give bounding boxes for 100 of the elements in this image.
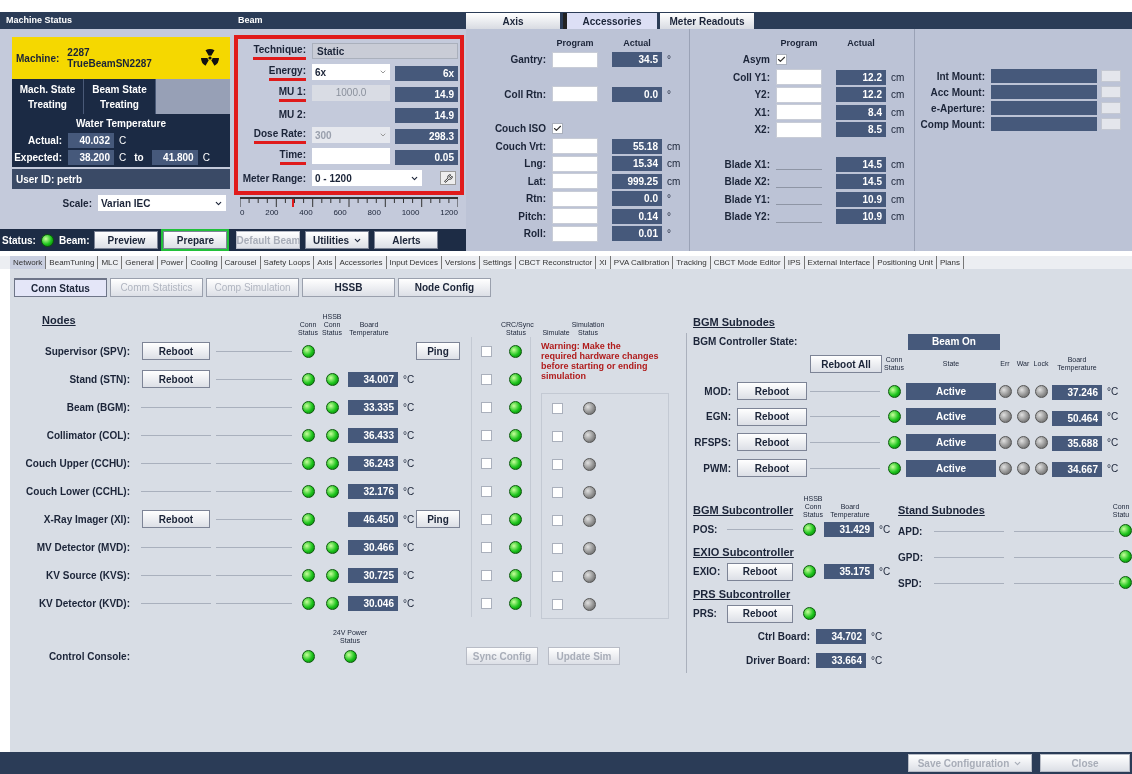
field-label: e-Aperture:	[930, 101, 986, 116]
readout: 14.9	[395, 87, 458, 102]
field-label: Dose Rate:	[253, 126, 306, 144]
program-field[interactable]	[552, 51, 598, 68]
reboot-button[interactable]: Reboot	[142, 370, 210, 388]
checkbox[interactable]	[552, 123, 563, 135]
checkbox[interactable]	[481, 541, 492, 553]
state-display: Active	[906, 459, 996, 477]
checkbox[interactable]	[481, 345, 492, 357]
program-field[interactable]	[552, 138, 598, 155]
tab[interactable]: Network	[10, 256, 47, 269]
unit-label: °C	[403, 540, 415, 555]
readout: 34.702	[816, 629, 866, 645]
reboot-button[interactable]: Reboot	[727, 605, 793, 623]
tab[interactable]: Axis	[466, 13, 560, 29]
reboot-button[interactable]: Reboot	[142, 510, 210, 528]
scale-dropdown[interactable]: Varian IEC	[98, 195, 226, 211]
program-field[interactable]	[552, 208, 598, 225]
unit-label: °	[667, 209, 671, 224]
readout: 36.433	[348, 427, 398, 443]
status-label: Status:	[2, 233, 36, 248]
program-field[interactable]	[552, 86, 598, 103]
toolbar-button[interactable]: Prepare	[163, 231, 228, 249]
field-label: Asym	[741, 53, 771, 68]
tab[interactable]: Accessories	[563, 13, 657, 29]
browse-button[interactable]	[1101, 86, 1121, 98]
tick-label: 400	[299, 207, 313, 219]
unit-label: cm	[891, 123, 905, 138]
tab[interactable]: Conn Status	[14, 278, 107, 297]
browse-button[interactable]	[1101, 118, 1121, 130]
toolbar-button[interactable]: Utilities	[305, 231, 370, 249]
node-label: KV Source (KVS):	[45, 568, 131, 583]
program-field[interactable]	[776, 104, 822, 121]
checkbox[interactable]	[481, 429, 492, 441]
unit-label: °C	[1107, 384, 1119, 399]
column-header: Program	[555, 37, 595, 51]
section-title: EXIO Subcontroller	[693, 545, 795, 561]
range-dropdown[interactable]: 0 - 1200	[312, 170, 422, 186]
reboot-button[interactable]: Reboot	[737, 407, 807, 426]
field-label: Pitch:	[517, 209, 547, 224]
readout: 30.466	[348, 539, 398, 555]
ping-button[interactable]: Ping	[416, 510, 460, 528]
checkbox[interactable]	[551, 430, 563, 442]
program-field[interactable]	[552, 190, 598, 207]
program-field[interactable]	[776, 86, 822, 103]
checkbox[interactable]	[551, 598, 563, 610]
node-label: GPD:	[898, 551, 924, 566]
reboot-all-button[interactable]: Reboot All	[810, 355, 882, 374]
reboot-button[interactable]: Reboot	[142, 342, 210, 360]
ping-button[interactable]: Ping	[416, 342, 460, 360]
readout: 0.14	[612, 208, 662, 224]
browse-button[interactable]	[1101, 102, 1121, 114]
reboot-button[interactable]: Reboot	[737, 433, 807, 452]
checkbox[interactable]	[551, 402, 563, 414]
program-field[interactable]	[776, 69, 822, 86]
unit-label: C	[202, 151, 210, 165]
unit-label: cm	[891, 192, 905, 207]
checkbox[interactable]	[776, 54, 787, 66]
checkbox[interactable]	[481, 457, 492, 469]
checkbox[interactable]	[481, 373, 492, 385]
tab[interactable]: HSSB	[302, 278, 395, 297]
node-label: PRS:	[693, 607, 718, 622]
checkbox[interactable]	[551, 458, 563, 470]
readout: 36.243	[348, 455, 398, 471]
dropdown[interactable]: 6x	[312, 64, 390, 80]
checkbox[interactable]	[551, 570, 563, 582]
readout: 37.246	[1052, 385, 1102, 401]
reboot-button[interactable]: Reboot	[737, 382, 807, 401]
tab[interactable]: Node Config	[398, 278, 491, 297]
checkbox[interactable]	[481, 485, 492, 497]
readout: 46.450	[348, 511, 398, 527]
wrench-button[interactable]	[440, 171, 456, 185]
program-field[interactable]	[552, 173, 598, 190]
checkbox[interactable]	[481, 597, 492, 609]
program-field[interactable]	[552, 225, 598, 242]
tick-label: 200	[265, 207, 279, 219]
checkbox[interactable]	[481, 401, 492, 413]
field-label: Meter Range:	[241, 171, 307, 186]
toolbar-button[interactable]: Preview	[94, 231, 159, 249]
node-label: RFSPS:	[693, 435, 732, 450]
input-field[interactable]	[312, 148, 390, 164]
unit-label: °C	[403, 456, 415, 471]
reboot-button[interactable]: Reboot	[727, 563, 793, 581]
unit-label: °C	[871, 654, 883, 669]
checkbox[interactable]	[481, 569, 492, 581]
checkbox[interactable]	[551, 486, 563, 498]
section-title: BGM Subnodes	[693, 314, 775, 330]
checkbox[interactable]	[481, 513, 492, 525]
readout: 31.429	[824, 522, 874, 538]
checkbox[interactable]	[551, 514, 563, 526]
column-header: Program	[779, 37, 819, 51]
toolbar-button[interactable]: Alerts	[374, 231, 439, 249]
readout: 14.9	[395, 108, 458, 123]
browse-button[interactable]	[1101, 70, 1121, 82]
program-field[interactable]	[552, 155, 598, 172]
program-field[interactable]	[776, 121, 822, 138]
reboot-button[interactable]: Reboot	[737, 459, 807, 478]
beam-label: Beam:	[58, 233, 90, 248]
tab[interactable]: Meter Readouts	[660, 13, 754, 29]
checkbox[interactable]	[551, 542, 563, 554]
